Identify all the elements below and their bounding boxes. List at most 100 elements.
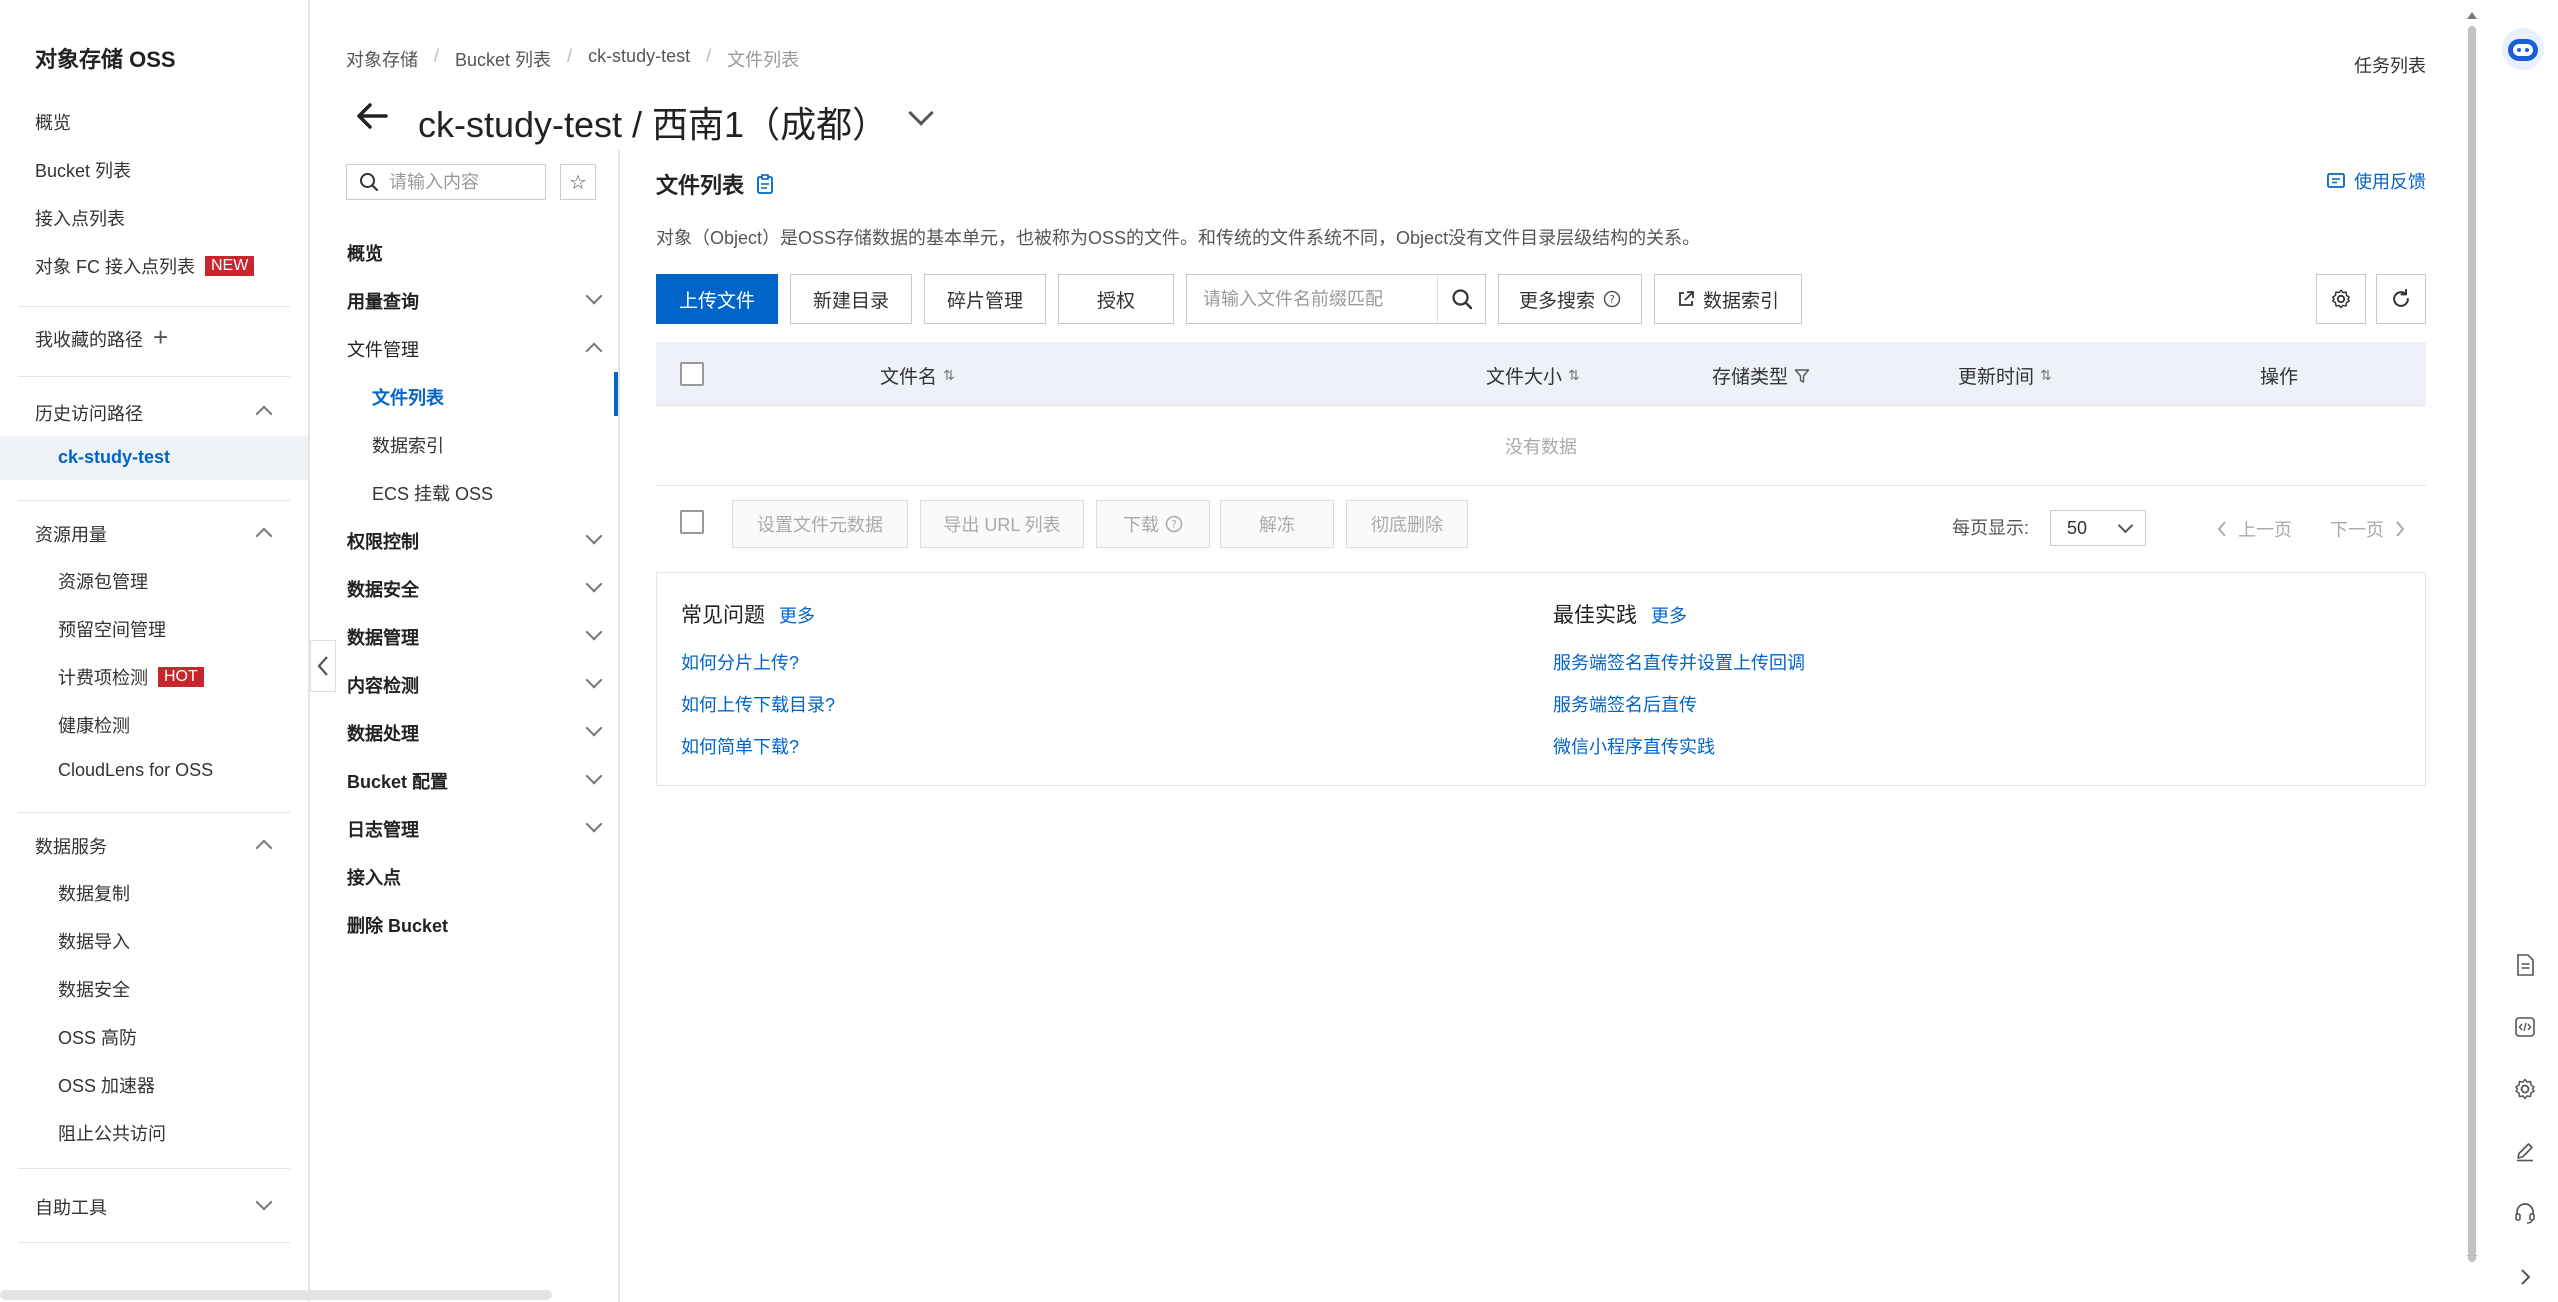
more-search-button[interactable]: 更多搜索 ? (1498, 274, 1643, 324)
column-storage-type[interactable]: 存储类型 (1712, 362, 1810, 389)
nav-label: 数据复制 (58, 884, 130, 904)
breadcrumb-item[interactable]: Bucket 列表 (455, 46, 551, 72)
task-list-link[interactable]: 任务列表 (2354, 52, 2426, 78)
nav-history-item[interactable]: ck-study-test (58, 447, 170, 468)
breadcrumb-item[interactable]: 对象存储 (346, 46, 418, 72)
ai-assistant-icon[interactable] (2500, 26, 2546, 72)
chevron-right-icon[interactable] (2510, 1262, 2540, 1292)
edit-icon[interactable] (2510, 1136, 2540, 1166)
nav-bucket-list[interactable]: Bucket 列表 (35, 157, 131, 183)
column-file-size[interactable]: 文件大小 ⇅ (1486, 362, 1580, 389)
scrollbar-thumb[interactable] (2468, 26, 2476, 1262)
file-search-input[interactable] (1187, 275, 1437, 323)
nav-resources[interactable]: 资源用量 (35, 521, 107, 547)
best-practice-link[interactable]: 服务端签名后直传 (1553, 691, 1697, 717)
permanent-delete-button[interactable]: 彻底删除 (1346, 500, 1468, 548)
refresh-button[interactable] (2376, 274, 2426, 324)
document-icon[interactable] (2510, 950, 2540, 980)
data-index-button[interactable]: 数据索引 (1654, 274, 1803, 324)
per-page-select[interactable]: 50 (2050, 510, 2146, 546)
upload-button[interactable]: 上传文件 (656, 274, 778, 324)
authorize-button[interactable]: 授权 (1058, 274, 1174, 324)
search-button[interactable] (1437, 275, 1485, 323)
nav-search-input[interactable] (389, 171, 539, 193)
code-icon[interactable] (2510, 1012, 2540, 1042)
next-page-button[interactable]: 下一页 (2330, 516, 2406, 542)
nav-overview[interactable]: 概览 (35, 109, 71, 135)
nav-access-points[interactable]: 接入点列表 (35, 205, 125, 231)
clipboard-icon[interactable] (756, 174, 774, 194)
best-practice-link[interactable]: 微信小程序直传实践 (1553, 733, 1715, 759)
select-all-checkbox[interactable] (680, 362, 704, 386)
bucket-nav-data-management[interactable]: 数据管理 (347, 624, 419, 650)
nav-reserved-space[interactable]: 预留空间管理 (58, 616, 166, 642)
faq-link[interactable]: 如何简单下载? (681, 733, 799, 759)
nav-block-public-access[interactable]: 阻止公共访问 (58, 1120, 166, 1146)
chevron-up-icon[interactable] (255, 527, 273, 545)
scroll-up-icon[interactable] (2466, 10, 2478, 20)
bucket-nav-permissions[interactable]: 权限控制 (347, 528, 419, 554)
bucket-nav-usage[interactable]: 用量查询 (347, 288, 419, 314)
new-directory-button[interactable]: 新建目录 (790, 274, 912, 324)
bucket-nav-delete-bucket[interactable]: 删除 Bucket (347, 912, 448, 938)
nav-resource-package[interactable]: 资源包管理 (58, 568, 148, 594)
bucket-nav-file-management[interactable]: 文件管理 (347, 336, 419, 362)
bucket-nav-file-list[interactable]: 文件列表 (372, 384, 444, 410)
best-practice-heading: 最佳实践 更多 (1553, 599, 1687, 629)
help-circle-icon: ? (1165, 515, 1183, 533)
bucket-nav-bucket-config[interactable]: Bucket 配置 (347, 768, 448, 794)
nav-label: 接入点列表 (35, 209, 125, 229)
chevron-up-icon[interactable] (255, 839, 273, 857)
filter-icon[interactable] (1794, 368, 1810, 384)
bucket-nav-data-processing[interactable]: 数据处理 (347, 720, 419, 746)
plus-icon[interactable]: + (153, 324, 168, 350)
best-practice-more-link[interactable]: 更多 (1651, 602, 1687, 628)
nav-fc-access-points[interactable]: 对象 FC 接入点列表 NEW (35, 253, 255, 279)
chevron-up-icon[interactable] (255, 405, 273, 423)
collapse-sidebar-button[interactable] (310, 640, 336, 692)
export-url-button[interactable]: 导出 URL 列表 (920, 500, 1084, 548)
unfreeze-button[interactable]: 解冻 (1220, 500, 1334, 548)
nav-data-security[interactable]: 数据安全 (58, 976, 130, 1002)
chevron-down-icon[interactable] (255, 1193, 273, 1211)
bucket-nav-ecs-mount[interactable]: ECS 挂载 OSS (372, 480, 493, 506)
headset-icon[interactable] (2510, 1198, 2540, 1228)
gear-icon[interactable] (2510, 1074, 2540, 1104)
nav-health-check[interactable]: 健康检测 (58, 712, 130, 738)
file-search-box[interactable] (1186, 274, 1486, 324)
nav-cloudlens[interactable]: CloudLens for OSS (58, 760, 213, 781)
nav-search-box[interactable] (346, 164, 546, 200)
fragment-management-button[interactable]: 碎片管理 (924, 274, 1046, 324)
faq-link[interactable]: 如何分片上传? (681, 649, 799, 675)
nav-data-services[interactable]: 数据服务 (35, 833, 107, 859)
faq-more-link[interactable]: 更多 (779, 602, 815, 628)
set-metadata-button[interactable]: 设置文件元数据 (732, 500, 908, 548)
nav-billing-check[interactable]: 计费项检测 HOT (58, 664, 204, 690)
nav-favorites[interactable]: 我收藏的路径 + (35, 324, 168, 352)
bucket-nav-data-index[interactable]: 数据索引 (372, 432, 444, 458)
nav-self-tools[interactable]: 自助工具 (35, 1194, 107, 1220)
chevron-down-icon[interactable] (908, 100, 934, 126)
faq-link[interactable]: 如何上传下载目录? (681, 691, 835, 717)
nav-oss-ddos[interactable]: OSS 高防 (58, 1024, 137, 1050)
nav-history[interactable]: 历史访问路径 (35, 400, 143, 426)
bucket-nav-data-security[interactable]: 数据安全 (347, 576, 419, 602)
prev-page-button[interactable]: 上一页 (2216, 516, 2292, 542)
nav-data-import[interactable]: 数据导入 (58, 928, 130, 954)
nav-data-replication[interactable]: 数据复制 (58, 880, 130, 906)
breadcrumb-item[interactable]: ck-study-test (588, 46, 690, 72)
column-file-name[interactable]: 文件名 ⇅ (880, 362, 955, 389)
bucket-nav-overview[interactable]: 概览 (347, 240, 383, 266)
best-practice-link[interactable]: 服务端签名直传并设置上传回调 (1553, 649, 1805, 675)
back-arrow-icon[interactable] (352, 96, 392, 136)
bucket-nav-logs[interactable]: 日志管理 (347, 816, 419, 842)
settings-button[interactable] (2316, 274, 2366, 324)
star-icon[interactable]: ☆ (560, 164, 596, 200)
column-updated-time[interactable]: 更新时间 ⇅ (1958, 362, 2052, 389)
nav-oss-accelerator[interactable]: OSS 加速器 (58, 1072, 155, 1098)
download-button[interactable]: 下载 ? (1096, 500, 1210, 548)
bucket-nav-access-point[interactable]: 接入点 (347, 864, 401, 890)
bulk-select-checkbox[interactable] (680, 510, 704, 534)
feedback-link[interactable]: 使用反馈 (2326, 168, 2426, 194)
bucket-nav-content-check[interactable]: 内容检测 (347, 672, 419, 698)
